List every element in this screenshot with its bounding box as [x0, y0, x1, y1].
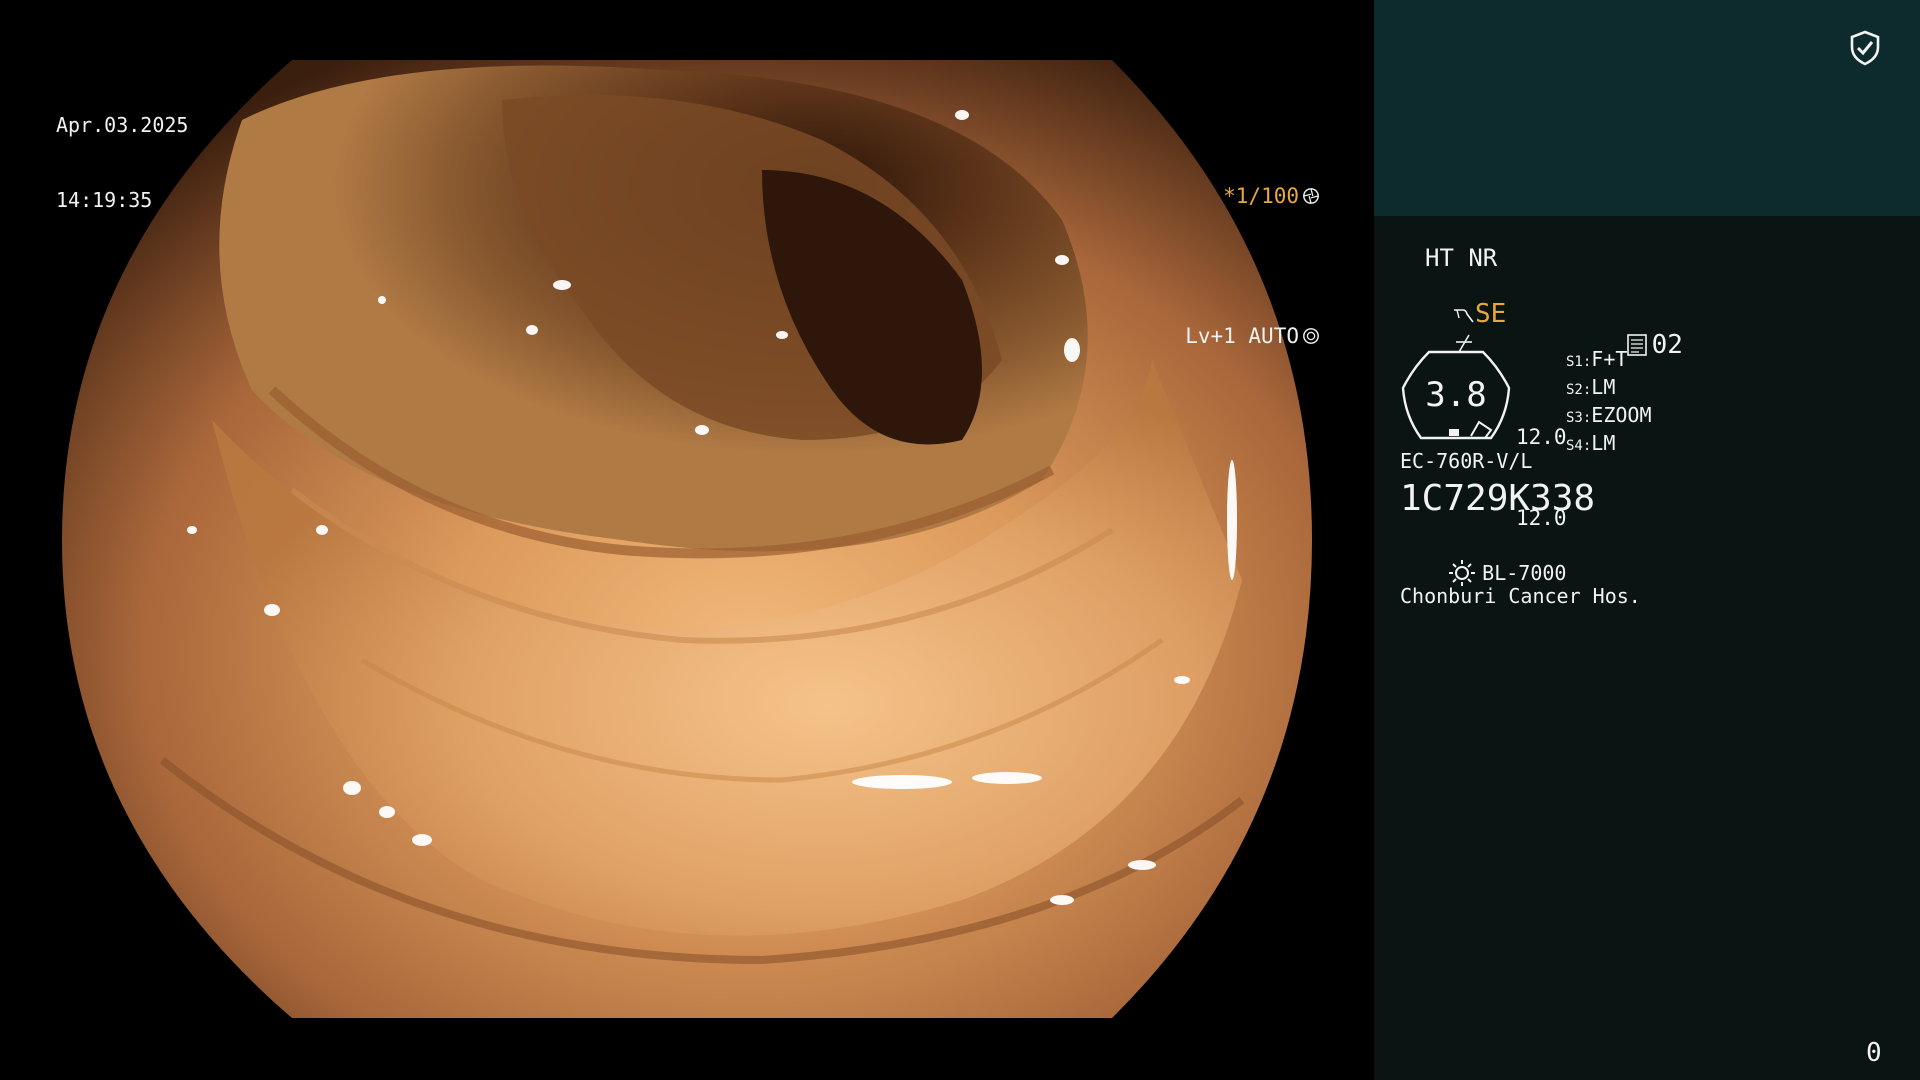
switch-key: S4: [1566, 438, 1592, 454]
zoom-value: 3.8 [1425, 375, 1487, 415]
ht-nr-label: HT NR [1425, 244, 1498, 272]
date-label: Apr.03.2025 [56, 113, 189, 137]
switch-key: S2: [1566, 382, 1592, 398]
shutter-row: *1/100 [1109, 154, 1320, 238]
shutter-speed: *1/100 [1223, 184, 1299, 208]
iris-icon [1303, 328, 1319, 344]
switch-row-s1: S1:F+T [1566, 347, 1652, 375]
side-panel-header [1374, 0, 1920, 216]
mode-row: Lv+1 AUTO [1109, 294, 1320, 378]
endoscopy-screen: Apr.03.2025 14:19:35 *1/100 Lv+1 AUTO HT… [0, 0, 1920, 1080]
image-counter: 0 [1866, 1038, 1882, 1068]
memory-number: 02 [1651, 330, 1683, 360]
switch-key: S3: [1566, 410, 1592, 426]
scope-serial-number: 1C729K338 [1400, 478, 1596, 519]
switch-value: EZOOM [1591, 403, 1652, 427]
datetime-overlay: Apr.03.2025 14:19:35 [56, 63, 188, 263]
exposure-info: *1/100 Lv+1 AUTO [1109, 98, 1320, 434]
switch-row-s4: S4:LM [1566, 431, 1652, 459]
switch-value: F+T [1591, 347, 1628, 371]
brightness-mode: Lv+1 AUTO [1185, 324, 1299, 348]
iris-value-1: 12.0 [1516, 425, 1567, 449]
shield-check-icon [1850, 30, 1880, 66]
aperture-icon [1303, 188, 1319, 204]
switch-row-s2: S2:LM [1566, 375, 1652, 403]
scope-model: EC-760R-V/L [1400, 449, 1533, 473]
switch-value: LM [1591, 375, 1616, 399]
switch-key: S1: [1566, 354, 1592, 370]
time-label: 14:19:35 [56, 188, 153, 212]
hospital-name: Chonburi Cancer Hos. [1400, 584, 1641, 608]
se-label: SE [1474, 299, 1507, 329]
scope-switch-list: S1:F+T S2:LM S3:EZOOM S4:LM [1566, 347, 1652, 459]
light-source-label: BL-7000 [1482, 561, 1567, 585]
switch-value: LM [1591, 431, 1616, 455]
switch-row-s3: S3:EZOOM [1566, 403, 1652, 431]
